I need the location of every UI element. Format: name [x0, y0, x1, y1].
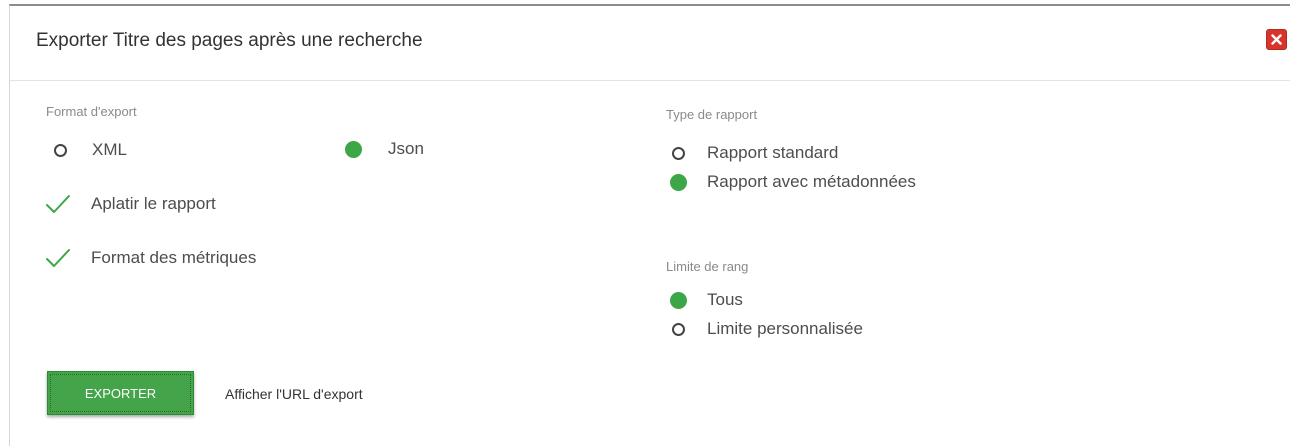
radio-on-icon — [670, 173, 687, 191]
radio-on-icon — [670, 291, 687, 309]
checkmark-icon — [46, 249, 70, 267]
close-button[interactable] — [1266, 29, 1287, 50]
radio-off-icon — [672, 146, 685, 160]
export-dialog: Exporter Titre des pages après une reche… — [9, 4, 1290, 446]
close-x-icon — [1271, 34, 1282, 45]
checkbox-flatten-label: Aplatir le rapport — [91, 194, 216, 213]
radio-all-label: Tous — [707, 290, 743, 309]
dialog-header: Exporter Titre des pages après une reche… — [10, 6, 1290, 81]
checkbox-metric-format[interactable]: Format des métriques — [45, 247, 256, 269]
export-format-label: Format d'export — [46, 104, 137, 119]
radio-off-icon — [54, 143, 67, 157]
radio-xml[interactable]: XML — [54, 140, 127, 160]
radio-all[interactable]: Tous — [670, 290, 743, 310]
export-button[interactable]: EXPORTER — [47, 371, 194, 415]
radio-custom-limit[interactable]: Limite personnalisée — [672, 319, 863, 339]
radio-off-icon — [672, 322, 685, 336]
radio-metadata-label: Rapport avec métadonnées — [707, 172, 916, 191]
checkbox-metric-label: Format des métriques — [91, 248, 257, 267]
radio-standard-label: Rapport standard — [707, 143, 839, 162]
rank-limit-label: Limite de rang — [666, 259, 749, 274]
radio-custom-limit-label: Limite personnalisée — [707, 319, 863, 338]
radio-on-icon — [345, 140, 362, 158]
radio-json[interactable]: Json — [345, 139, 424, 159]
checkbox-flatten-report[interactable]: Aplatir le rapport — [45, 193, 216, 215]
checkmark-icon — [46, 195, 70, 213]
radio-xml-label: XML — [92, 140, 127, 159]
radio-standard-report[interactable]: Rapport standard — [672, 143, 838, 163]
radio-metadata-report[interactable]: Rapport avec métadonnées — [670, 172, 916, 192]
dialog-title: Exporter Titre des pages après une reche… — [36, 30, 423, 51]
radio-json-label: Json — [388, 139, 424, 158]
show-export-url-link[interactable]: Afficher l'URL d'export — [225, 386, 363, 402]
report-type-label: Type de rapport — [666, 107, 758, 122]
